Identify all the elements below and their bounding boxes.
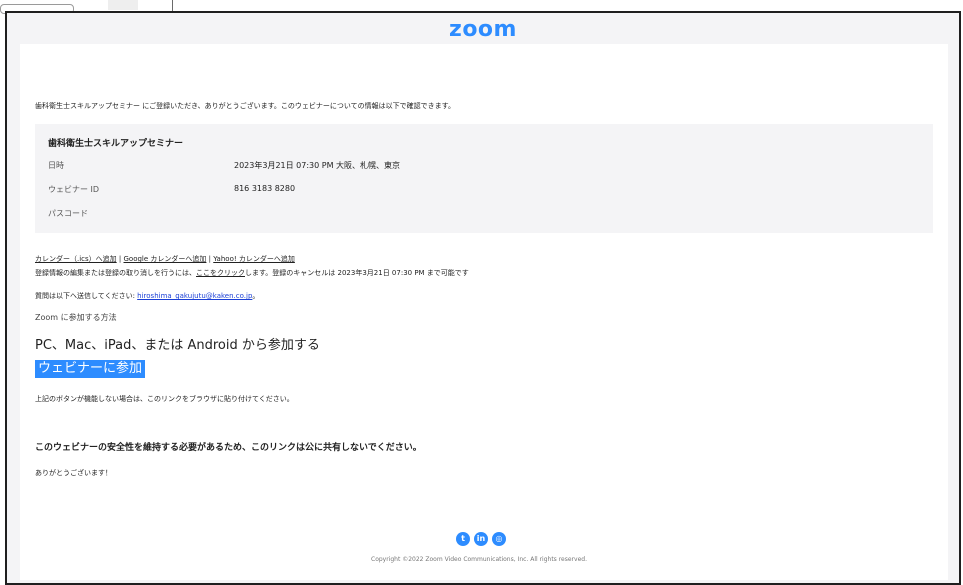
- cancel-registration-text: 登録情報の編集または登録の取り消しを行うには、ここをクリックします。登録のキャン…: [35, 268, 469, 278]
- add-yahoo-calendar-link[interactable]: Yahoo! カレンダーへ追加: [213, 255, 295, 263]
- thanks-text: ありがとうございます！: [35, 469, 112, 477]
- webinar-info-box: 歯科衛生士スキルアップセミナー 日時 2023年3月21日 07:30 PM 大…: [35, 124, 933, 233]
- add-ics-link[interactable]: カレンダー（.ics）へ追加: [35, 255, 117, 263]
- rss-icon[interactable]: ◎: [492, 532, 506, 546]
- fallback-text: 上記のボタンが機能しない場合は、このリンクをブラウザに貼り付けてください。: [35, 395, 294, 403]
- webinar-id-label: ウェビナー ID: [48, 185, 100, 194]
- twitter-icon[interactable]: t: [456, 532, 470, 546]
- cancel-post: します。登録のキャンセルは 2023年3月21日 07:30 PM まで可能です: [245, 269, 469, 277]
- devices-heading: PC、Mac、iPad、または Android から参加する: [35, 338, 320, 353]
- webinar-id-value: 816 3183 8280: [234, 184, 296, 193]
- background-panel: [108, 0, 138, 10]
- howto-heading: Zoom に参加する方法: [35, 313, 117, 322]
- date-value: 2023年3月21日 07:30 PM 大阪、札幌、東京: [234, 161, 401, 170]
- calendar-separator-2: |: [208, 255, 212, 263]
- intro-text: 歯科衛生士スキルアップセミナー にご登録いただき、ありがとうございます。このウェ…: [35, 102, 455, 110]
- webinar-title: 歯科衛生士スキルアップセミナー: [48, 139, 184, 149]
- footer-copyright: Copyright ©2022 Zoom Video Communication…: [371, 556, 587, 563]
- linkedin-icon[interactable]: in: [474, 532, 488, 546]
- date-label: 日時: [48, 161, 64, 170]
- click-here-link[interactable]: ここをクリック: [196, 269, 245, 277]
- contact-email-link[interactable]: hiroshima_gakujutu@kaken.co.jp: [137, 292, 252, 300]
- email-body: 歯科衛生士スキルアップセミナー にご登録いただき、ありがとうございます。このウェ…: [20, 44, 948, 580]
- passcode-label: パスコード: [48, 209, 88, 218]
- social-links: t in ◎: [456, 532, 506, 546]
- zoom-logo: zoom: [449, 17, 517, 42]
- add-google-calendar-link[interactable]: Google カレンダーへ追加: [124, 255, 207, 263]
- calendar-separator-1: |: [118, 255, 122, 263]
- calendar-links: カレンダー（.ics）へ追加 | Google カレンダーへ追加 | Yahoo…: [35, 254, 295, 264]
- contact-post: 。: [252, 292, 260, 300]
- email-window: zoom 歯科衛生士スキルアップセミナー にご登録いただき、ありがとうございます…: [5, 11, 961, 585]
- security-note: このウェビナーの安全性を維持する必要があるため、このリンクは公に共有しないでくだ…: [35, 443, 422, 453]
- cancel-pre: 登録情報の編集または登録の取り消しを行うには、: [35, 269, 196, 277]
- join-webinar-button[interactable]: ウェビナーに参加: [35, 360, 146, 378]
- email-header: zoom: [7, 13, 959, 46]
- contact-pre: 質問は以下へ送信してください:: [35, 292, 138, 300]
- contact-text: 質問は以下へ送信してください: hiroshima_gakujutu@kaken…: [35, 291, 259, 301]
